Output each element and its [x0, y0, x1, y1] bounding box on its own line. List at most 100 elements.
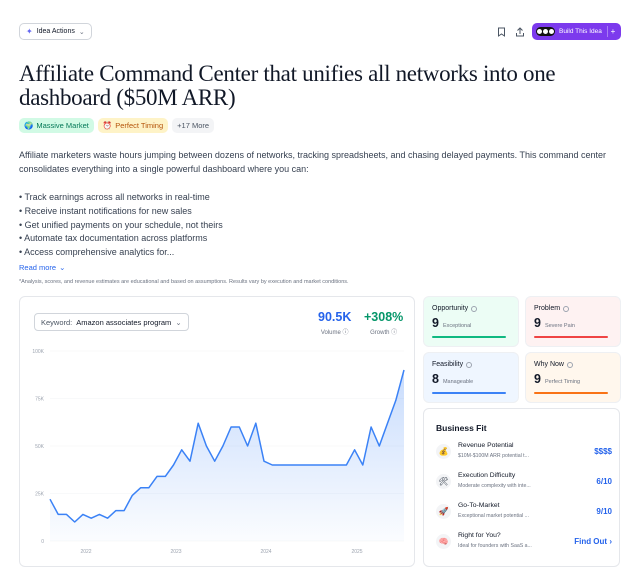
row-value: 9/10 [596, 507, 612, 516]
why-now-bar [534, 392, 608, 394]
rocket-icon: 🚀 [436, 504, 451, 519]
y-tick-label: 0 [41, 539, 44, 545]
tag-list: 🌍 Massive Market ⏰ Perfect Timing +17 Mo… [19, 118, 215, 133]
revenue-potential-row[interactable]: 💰 Revenue Potential $10M-$100M ARR poten… [436, 442, 612, 464]
row-subtitle: Ideal for founders with SaaS a... [458, 543, 532, 549]
read-more-link[interactable]: Read more ⌄ [19, 263, 65, 272]
feature-list: • Track earnings across all networks in … [19, 191, 223, 260]
brain-icon: 🧠 [436, 534, 451, 549]
tag-label: Perfect Timing [115, 121, 164, 130]
alarm-clock-icon: ⏰ [102, 121, 113, 130]
y-tick-label: 100K [32, 349, 44, 355]
build-label: Build This Idea [559, 28, 602, 35]
top-bar: ✦ Idea Actions ⌄ Build This Idea + [0, 0, 640, 62]
read-more-label: Read more [19, 263, 57, 272]
opportunity-bar [432, 336, 506, 338]
info-icon: ⓘ [342, 330, 349, 336]
problem-card[interactable]: Problem 9 Severe Pain [525, 296, 621, 347]
builder-logos-icon [536, 27, 555, 36]
feasibility-card[interactable]: Feasibility 8 Manageable [423, 352, 519, 403]
y-tick-label: 75K [35, 397, 45, 403]
execution-difficulty-row[interactable]: 🛠 Execution Difficulty Moderate complexi… [436, 472, 612, 494]
go-to-market-row[interactable]: 🚀 Go-To-Market Exceptional market potent… [436, 502, 612, 524]
volume-stat: 90.5K Volume ⓘ [318, 310, 351, 336]
tag-label: Massive Market [36, 121, 89, 130]
x-tick-label: 2025 [351, 549, 362, 555]
keyword-value: Amazon associates program [76, 317, 172, 327]
why-now-card[interactable]: Why Now 9 Perfect Timing [525, 352, 621, 403]
feasibility-score: 8 [432, 372, 439, 386]
business-fit-title: Business Fit [436, 423, 487, 433]
find-out-link[interactable]: Find Out › [574, 537, 612, 546]
business-fit-card: Business Fit 💰 Revenue Potential $10M-$1… [423, 408, 620, 567]
problem-score: 9 [534, 316, 541, 330]
idea-actions-label: Idea Actions [36, 28, 75, 35]
row-title: Execution Difficulty [458, 472, 516, 479]
growth-stat: +308% Growth ⓘ [364, 310, 403, 336]
row-subtitle: $10M-$100M ARR potential t... [458, 453, 529, 459]
feasibility-bar [432, 392, 506, 394]
info-icon [566, 361, 573, 368]
info-icon [471, 305, 478, 312]
opportunity-title: Opportunity [432, 305, 469, 312]
row-title: Revenue Potential [458, 442, 514, 449]
tag-more[interactable]: +17 More [172, 118, 215, 133]
feasibility-title: Feasibility [432, 361, 464, 368]
growth-value: +308% [364, 310, 404, 324]
volume-value: 90.5K [318, 310, 352, 324]
chevron-down-icon: ⌄ [175, 317, 182, 327]
globe-icon: 🌍 [24, 121, 34, 130]
x-tick-label: 2023 [170, 549, 181, 555]
problem-bar [534, 336, 608, 338]
sparkle-icon: ✦ [26, 27, 33, 36]
chevron-down-icon: ⌄ [59, 263, 66, 272]
info-icon: ⓘ [391, 330, 398, 336]
feasibility-sub: Manageable [442, 379, 474, 385]
info-icon [466, 361, 473, 368]
row-subtitle: Moderate complexity with inte... [458, 483, 531, 489]
row-value: $$$$ [594, 447, 612, 456]
tag-perfect-timing[interactable]: ⏰ Perfect Timing [97, 118, 169, 133]
list-item: • Get unified payments on your schedule,… [19, 219, 223, 230]
opportunity-card[interactable]: Opportunity 9 Exceptional [423, 296, 519, 347]
idea-actions-button[interactable]: ✦ Idea Actions ⌄ [19, 23, 92, 40]
chevron-right-icon: › [609, 537, 612, 546]
tools-icon: 🛠 [436, 474, 451, 489]
tag-massive-market[interactable]: 🌍 Massive Market [19, 118, 94, 133]
description: Affiliate marketers waste hours jumping … [19, 150, 606, 174]
growth-label: Growth [370, 330, 390, 336]
x-tick-label: 2022 [80, 549, 91, 555]
x-tick-label: 2024 [260, 549, 271, 555]
disclaimer: *Analysis, scores, and revenue estimates… [19, 279, 349, 285]
volume-label: Volume [320, 330, 341, 336]
y-tick-label: 25K [35, 492, 45, 498]
right-for-you-row[interactable]: 🧠 Right for You? Ideal for founders with… [436, 532, 612, 554]
money-bag-icon: 💰 [436, 444, 451, 459]
why-now-score: 9 [534, 372, 541, 386]
chevron-down-icon: ⌄ [78, 28, 85, 36]
share-button[interactable] [513, 25, 527, 39]
find-out-label: Find Out [574, 537, 608, 546]
why-now-title: Why Now [534, 361, 564, 368]
row-title: Right for You? [458, 532, 501, 539]
bookmark-button[interactable] [494, 25, 508, 39]
opportunity-score: 9 [432, 316, 439, 330]
plus-icon: + [607, 26, 618, 37]
row-value: 6/10 [596, 477, 612, 486]
tag-label: +17 More [177, 121, 210, 130]
opportunity-sub: Exceptional [442, 323, 472, 329]
problem-sub: Severe Pain [544, 323, 575, 329]
search-volume-chart: 0 25K 50K 75K 100K 2022 2023 2024 2025 [32, 349, 405, 555]
row-title: Go-To-Market [458, 502, 500, 509]
keyword-select[interactable]: Keyword: Amazon associates program ⌄ [34, 313, 189, 331]
list-item: • Track earnings across all networks in … [19, 192, 210, 202]
share-icon [516, 27, 524, 37]
bookmark-icon [497, 27, 505, 37]
build-this-idea-button[interactable]: Build This Idea + [532, 23, 621, 40]
y-tick-label: 50K [35, 444, 45, 450]
info-icon [563, 305, 570, 312]
page-title: Affiliate Command Center that unifies al… [19, 61, 556, 110]
keyword-label: Keyword: [41, 317, 73, 327]
list-item: • Automate tax documentation across plat… [19, 233, 208, 244]
row-subtitle: Exceptional market potential ... [458, 513, 529, 519]
